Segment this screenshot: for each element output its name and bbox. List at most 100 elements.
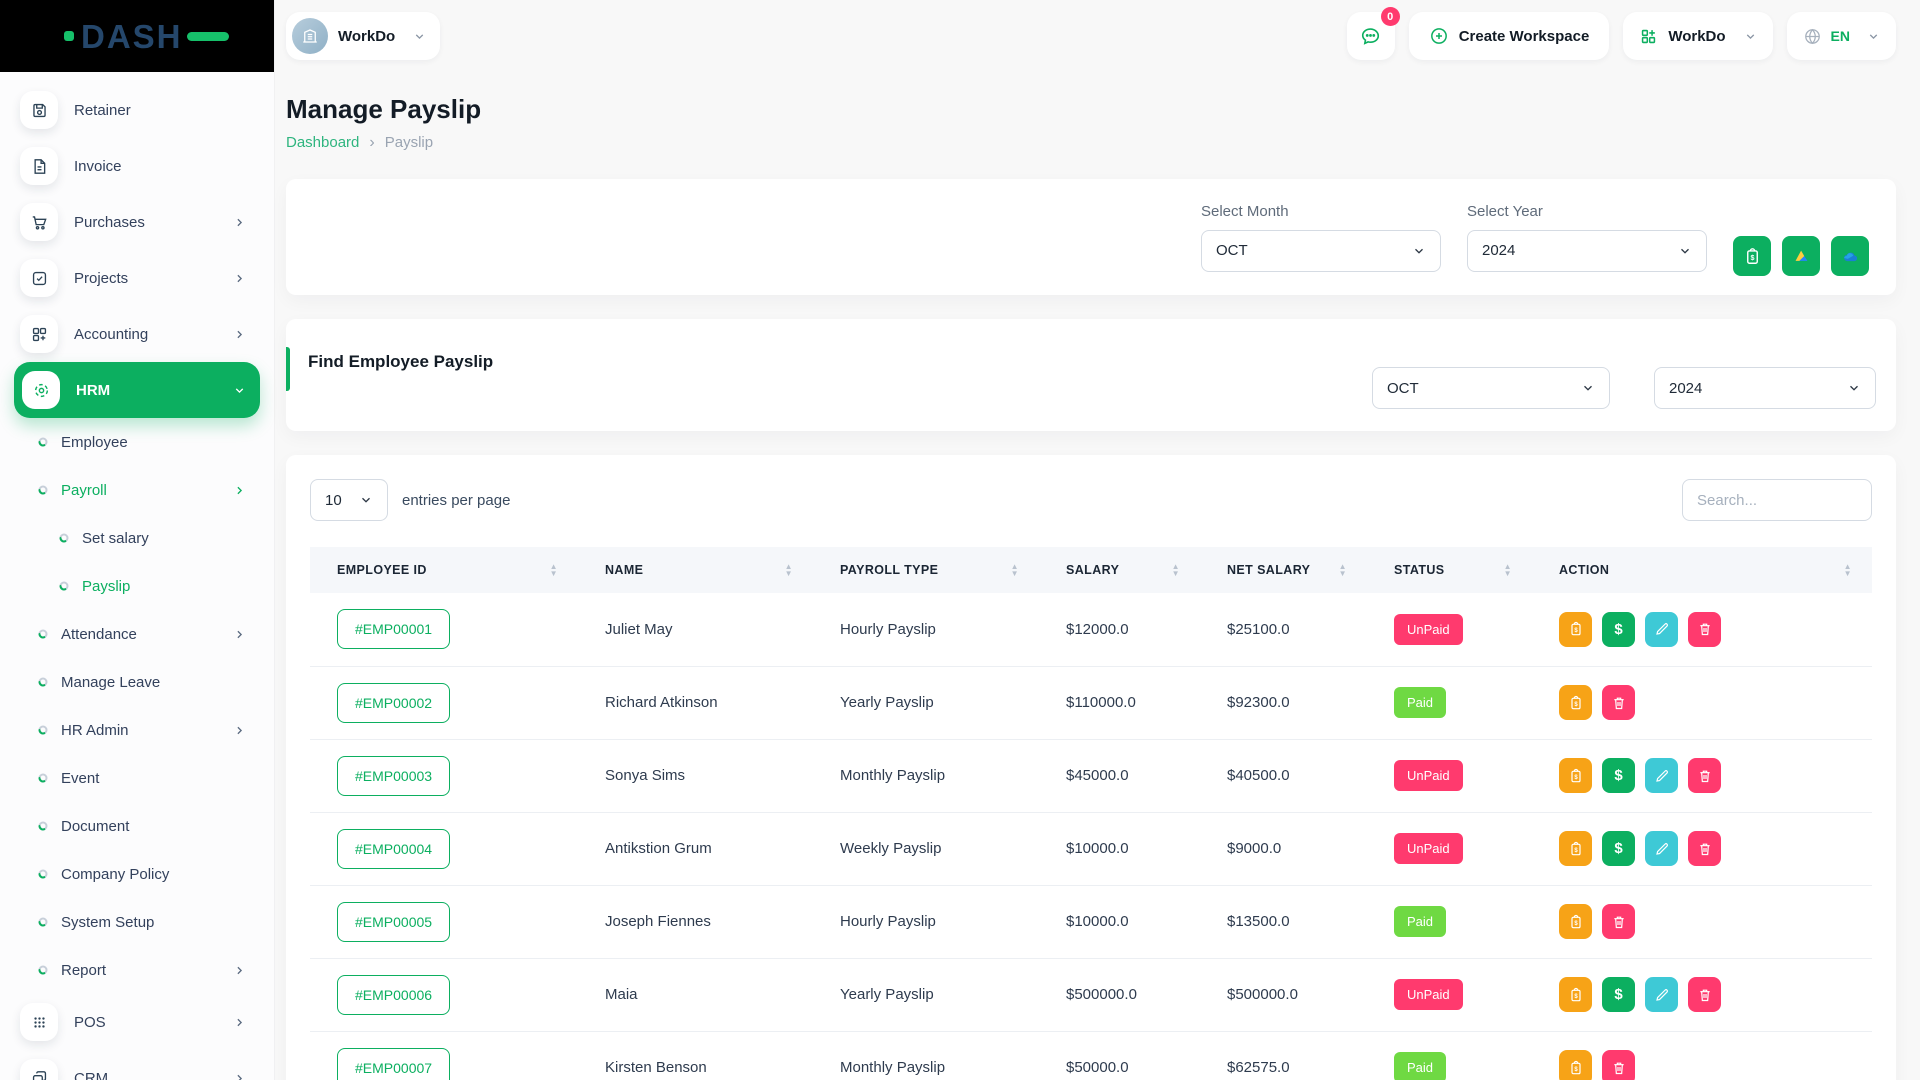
chevron-down-icon: [413, 30, 426, 43]
sidebar-item-report[interactable]: Report: [14, 946, 260, 994]
sidebar-item-set-salary[interactable]: Set salary: [14, 514, 260, 562]
payslip-button[interactable]: $: [1559, 612, 1592, 647]
onedrive-button[interactable]: [1831, 236, 1869, 276]
find-year-select[interactable]: 2024: [1654, 367, 1876, 409]
create-workspace-button[interactable]: Create Workspace: [1409, 12, 1610, 60]
column-header-name[interactable]: NAME▲▼: [578, 547, 813, 593]
row-action-buttons: $$: [1559, 977, 1862, 1012]
globe-icon: [1803, 27, 1822, 46]
edit-button[interactable]: [1645, 612, 1678, 647]
month-select[interactable]: OCT: [1201, 230, 1441, 272]
sidebar-item-label: CRM: [74, 1070, 233, 1080]
sidebar-item-payslip[interactable]: Payslip: [14, 562, 260, 610]
sidebar-item-system-setup[interactable]: System Setup: [14, 898, 260, 946]
delete-button[interactable]: [1688, 831, 1721, 866]
employee-id-pill[interactable]: #EMP00006: [337, 975, 450, 1015]
bulk-payment-button[interactable]: $: [1733, 236, 1771, 276]
column-header-employee-id[interactable]: EMPLOYEE ID▲▼: [310, 547, 578, 593]
sort-icon[interactable]: ▲▼: [1504, 563, 1512, 577]
dot-bullet-icon: [38, 869, 48, 879]
sidebar-item-company-policy[interactable]: Company Policy: [14, 850, 260, 898]
column-header-action[interactable]: ACTION▲▼: [1532, 547, 1872, 593]
delete-button[interactable]: [1602, 1050, 1635, 1080]
sort-icon[interactable]: ▲▼: [1844, 563, 1852, 577]
sidebar-item-attendance[interactable]: Attendance: [14, 610, 260, 658]
sidebar-item-employee[interactable]: Employee: [14, 418, 260, 466]
sidebar-item-invoice[interactable]: Invoice: [14, 138, 260, 194]
column-header-salary[interactable]: SALARY▲▼: [1039, 547, 1200, 593]
sidebar-item-accounting[interactable]: Accounting: [14, 306, 260, 362]
google-drive-button[interactable]: [1782, 236, 1820, 276]
pay-button[interactable]: $: [1602, 831, 1635, 866]
sort-icon[interactable]: ▲▼: [550, 563, 558, 577]
sidebar-item-manage-leave[interactable]: Manage Leave: [14, 658, 260, 706]
edit-button[interactable]: [1645, 831, 1678, 866]
chevron-down-icon: [359, 493, 373, 507]
find-month-value: OCT: [1387, 380, 1419, 397]
sort-icon[interactable]: ▲▼: [1172, 563, 1180, 577]
pay-button[interactable]: $: [1602, 977, 1635, 1012]
svg-text:$: $: [1574, 701, 1578, 707]
app-menu-button[interactable]: WorkDo: [1623, 12, 1772, 60]
edit-button[interactable]: [1645, 758, 1678, 793]
employee-name: Joseph Fiennes: [578, 885, 813, 958]
payslip-button[interactable]: $: [1559, 904, 1592, 939]
sidebar-item-payroll[interactable]: Payroll: [14, 466, 260, 514]
employee-id-pill[interactable]: #EMP00003: [337, 756, 450, 796]
clipboard-dollar-icon: $: [1568, 914, 1584, 930]
sort-icon[interactable]: ▲▼: [785, 563, 793, 577]
sidebar-item-hrm[interactable]: HRM: [14, 362, 260, 418]
payslip-button[interactable]: $: [1559, 685, 1592, 720]
find-month-select[interactable]: OCT: [1372, 367, 1610, 409]
dot-bullet-icon: [38, 821, 48, 831]
sidebar-item-projects[interactable]: Projects: [14, 250, 260, 306]
workspace-switcher[interactable]: WorkDo: [286, 12, 440, 60]
breadcrumb-dashboard-link[interactable]: Dashboard: [286, 134, 359, 151]
row-action-buttons: $: [1559, 1050, 1862, 1080]
edit-button[interactable]: [1645, 977, 1678, 1012]
brand-logo[interactable]: DASH: [0, 0, 274, 72]
chevron-right-icon: [233, 216, 246, 229]
entries-per-page-select[interactable]: 10: [310, 479, 388, 521]
messages-button[interactable]: 0: [1347, 12, 1395, 60]
language-selector[interactable]: EN: [1787, 12, 1896, 60]
payslip-button[interactable]: $: [1559, 758, 1592, 793]
select-year-label: Select Year: [1467, 203, 1707, 220]
delete-button[interactable]: [1602, 904, 1635, 939]
employee-id-pill[interactable]: #EMP00002: [337, 683, 450, 723]
pay-button[interactable]: $: [1602, 758, 1635, 793]
clipboard-dollar-icon: $: [1568, 987, 1584, 1003]
clipboard-dollar-icon: $: [1568, 768, 1584, 784]
delete-button[interactable]: [1688, 758, 1721, 793]
sidebar-item-retainer[interactable]: Retainer: [14, 82, 260, 138]
delete-button[interactable]: [1688, 612, 1721, 647]
employee-id-pill[interactable]: #EMP00004: [337, 829, 450, 869]
column-header-net-salary[interactable]: NET SALARY▲▼: [1200, 547, 1367, 593]
entries-per-page-value: 10: [325, 492, 342, 509]
dot-bullet-icon: [38, 725, 48, 735]
payslip-button[interactable]: $: [1559, 1050, 1592, 1080]
payslip-button[interactable]: $: [1559, 831, 1592, 866]
employee-id-pill[interactable]: #EMP00007: [337, 1048, 450, 1080]
column-header-status[interactable]: STATUS▲▼: [1367, 547, 1532, 593]
svg-text:$: $: [1750, 253, 1754, 261]
column-header-payroll-type[interactable]: PAYROLL TYPE▲▼: [813, 547, 1039, 593]
sort-icon[interactable]: ▲▼: [1011, 563, 1019, 577]
employee-id-pill[interactable]: #EMP00005: [337, 902, 450, 942]
search-input[interactable]: [1682, 479, 1872, 521]
payslip-button[interactable]: $: [1559, 977, 1592, 1012]
year-select[interactable]: 2024: [1467, 230, 1707, 272]
sidebar-item-crm[interactable]: CRM: [14, 1050, 260, 1080]
employee-id-pill[interactable]: #EMP00001: [337, 609, 450, 649]
card-accent-bar: [286, 347, 290, 391]
sidebar-item-purchases[interactable]: Purchases: [14, 194, 260, 250]
delete-button[interactable]: [1688, 977, 1721, 1012]
delete-button[interactable]: [1602, 685, 1635, 720]
sidebar-item-pos[interactable]: POS: [14, 994, 260, 1050]
sidebar-item-hr-admin[interactable]: HR Admin: [14, 706, 260, 754]
sidebar-item-document[interactable]: Document: [14, 802, 260, 850]
sidebar-item-event[interactable]: Event: [14, 754, 260, 802]
pay-button[interactable]: $: [1602, 612, 1635, 647]
clipboard-dollar-icon: $: [1568, 695, 1584, 711]
sort-icon[interactable]: ▲▼: [1339, 563, 1347, 577]
